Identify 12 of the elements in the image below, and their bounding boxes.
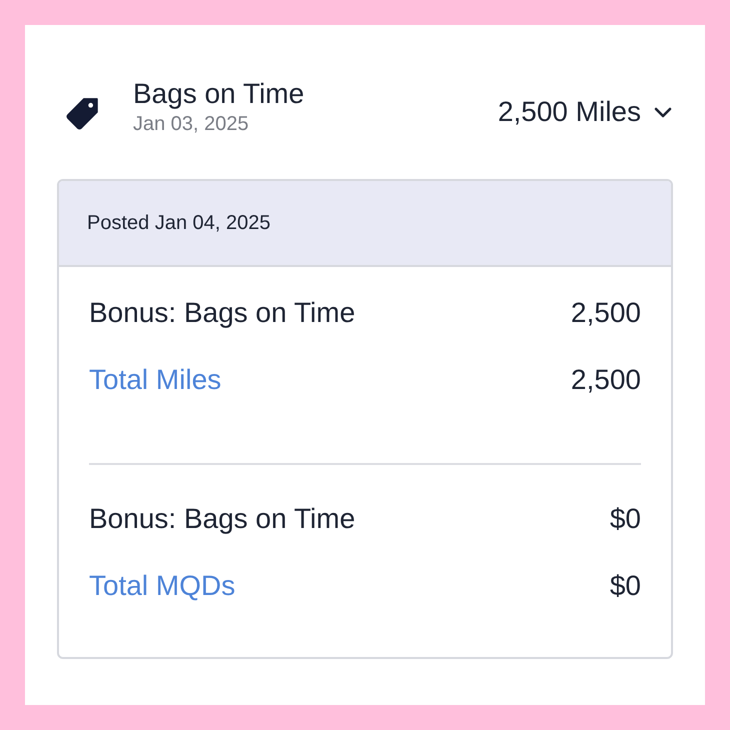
item-value: $0 xyxy=(610,502,641,536)
item-value: 2,500 xyxy=(570,296,641,330)
activity-title: Bags on Time xyxy=(133,77,304,111)
item-value: $0 xyxy=(610,569,641,603)
total-label: Total MQDs xyxy=(89,569,236,603)
posted-date: Posted Jan 04, 2025 xyxy=(87,211,270,236)
miles-dropdown[interactable]: 2,500 Miles xyxy=(498,91,673,133)
activity-date: Jan 03, 2025 xyxy=(133,112,250,137)
item-label: Bonus: Bags on Time xyxy=(89,502,356,536)
total-label: Total Miles xyxy=(89,363,222,397)
item-value: 2,500 xyxy=(570,363,641,397)
item-label: Bonus: Bags on Time xyxy=(89,296,356,330)
